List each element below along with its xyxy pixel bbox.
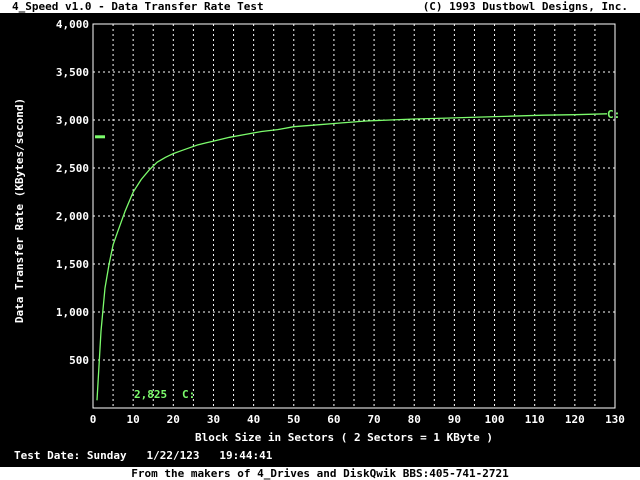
x-tick-label: 70 [367,413,380,426]
x-axis-label: Block Size in Sectors ( 2 Sectors = 1 KB… [195,431,494,444]
y-tick-label: 1,000 [56,306,89,319]
y-tick-label: 2,000 [56,210,89,223]
y-tick-label: 2,500 [56,162,89,175]
footer-text: From the makers of 4_Drives and DiskQwik… [131,467,509,480]
x-tick-label: 10 [127,413,140,426]
x-tick-label: 120 [565,413,585,426]
series-end-label: C: [607,108,620,121]
x-tick-label: 110 [525,413,545,426]
x-tick-label: 60 [327,413,340,426]
test-date-label: Test Date: [14,449,81,462]
y-tick-label: 4,000 [56,18,89,31]
transfer-rate-chart: 500 1,000 1,500 2,000 2,500 3,000 3,500 4,000 0 1… [56,18,625,426]
y-tick-label: 500 [69,354,89,367]
x-tick-label: 20 [167,413,180,426]
average-value-label: 2,825 [134,388,167,401]
y-tick-label: 3,000 [56,114,89,127]
footer-bar: From the makers of 4_Drives and DiskQwik… [0,467,640,480]
x-tick-label: 30 [207,413,220,426]
test-date-line: Test Date: Sunday 1/22/123 19:44:41 [14,450,272,462]
x-tick-label: 50 [287,413,300,426]
series-line-c [96,113,608,401]
x-tick-label: 90 [448,413,461,426]
test-date-date: 1/22/123 [146,449,200,462]
x-tick-label: 130 [605,413,625,426]
y-tick-label: 1,500 [56,258,89,271]
x-tick-label: 100 [485,413,505,426]
x-tick-label: 0 [90,413,97,426]
x-tick-label: 40 [247,413,260,426]
test-date-day: Sunday [86,449,127,462]
y-tick-label: 3,500 [56,66,89,79]
average-drive-label: C: [182,388,195,401]
x-tick-label: 80 [408,413,421,426]
test-date-time: 19:44:41 [219,449,273,462]
